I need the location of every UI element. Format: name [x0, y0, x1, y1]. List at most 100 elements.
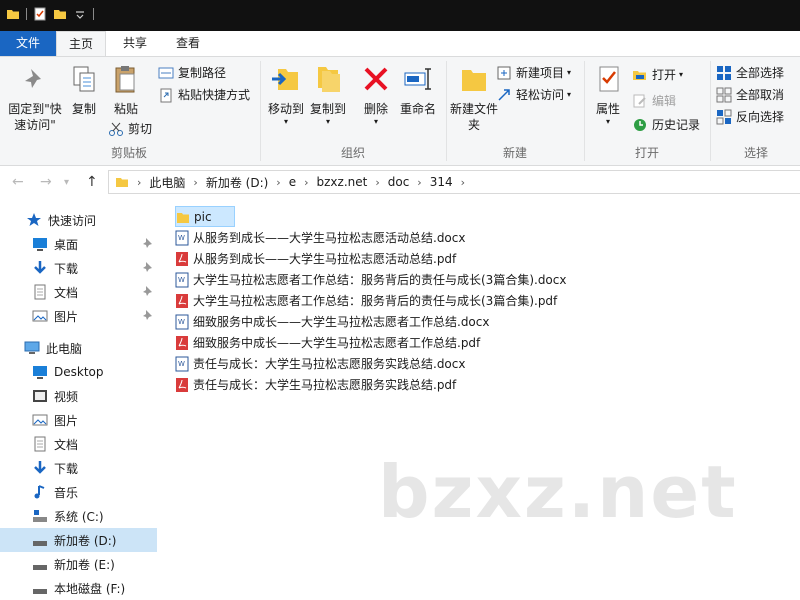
paste-shortcut-icon [160, 88, 172, 103]
up-arrow-icon[interactable]: ↑ [86, 174, 98, 190]
new-folder-label: 新建文件夹 [450, 102, 499, 132]
sidebar-item-label: 新加卷 (D:) [54, 533, 117, 548]
breadcrumb-item[interactable]: doc [388, 175, 410, 189]
recent-locations-chevron-icon[interactable]: ▾ [64, 177, 69, 188]
copy-path-button[interactable]: 复制路径 [158, 63, 226, 83]
copy-button[interactable]: 复制 [66, 63, 102, 117]
sidebar-item-this-pc[interactable]: 此电脑 [0, 336, 157, 360]
group-divider [584, 61, 585, 161]
word-document-icon: W [175, 356, 189, 371]
pin-quick-access-button[interactable]: 固定到"快速访问" [4, 63, 66, 133]
copy-path-icon [158, 67, 174, 79]
breadcrumb-item[interactable]: 314 [430, 175, 453, 189]
list-item[interactable]: 大学生马拉松志愿者工作总结：服务背后的责任与成长(3篇合集).pdf [175, 290, 557, 311]
paste-shortcut-button[interactable]: 粘贴快捷方式 [158, 85, 250, 105]
sidebar-item-desktop-pc[interactable]: Desktop [0, 360, 157, 384]
invert-selection-button[interactable]: 反向选择 [716, 107, 784, 127]
rename-button[interactable]: 重命名 [396, 63, 440, 117]
list-item[interactable]: 从服务到成长——大学生马拉松志愿活动总结.pdf [175, 248, 456, 269]
svg-text:W: W [178, 276, 185, 284]
cut-button[interactable]: 剪切 [108, 119, 152, 139]
new-folder-icon[interactable] [53, 7, 67, 21]
sidebar-item-downloads-pc[interactable]: 下载 [0, 456, 157, 480]
document-icon [34, 284, 46, 300]
pin-icon[interactable] [141, 309, 153, 321]
pin-icon[interactable] [141, 237, 153, 249]
address-bar[interactable]: › 此电脑 › 新加卷 (D:) › e › bzxz.net › doc › … [108, 170, 800, 194]
chevron-right-icon[interactable]: › [276, 176, 280, 189]
tab-share[interactable]: 共享 [110, 31, 160, 56]
sidebar-item-label: 文档 [54, 437, 79, 452]
group-divider [710, 61, 711, 161]
paste-button[interactable]: 粘贴 [106, 63, 146, 117]
delete-button[interactable]: 删除 ▾ [358, 63, 394, 127]
copy-path-label: 复制路径 [178, 66, 227, 80]
move-to-icon [272, 69, 298, 90]
rename-label: 重命名 [399, 102, 436, 116]
edit-button[interactable]: 编辑 [632, 91, 676, 111]
sidebar-item-drive-e[interactable]: 新加卷 (E:) [0, 552, 157, 576]
breadcrumb-item[interactable]: 此电脑 [149, 174, 185, 191]
chevron-right-icon[interactable]: › [137, 176, 141, 189]
chevron-right-icon[interactable]: › [375, 176, 379, 189]
easy-access-button[interactable]: 轻松访问 ▾ [496, 85, 571, 105]
pin-icon[interactable] [141, 261, 153, 273]
easy-access-label: 轻松访问 [516, 88, 565, 102]
sidebar-item-videos[interactable]: 视频 [0, 384, 157, 408]
forward-arrow-icon[interactable]: → [40, 174, 52, 190]
list-item[interactable]: W 大学生马拉松志愿者工作总结：服务背后的责任与成长(3篇合集).docx [175, 269, 566, 290]
pin-icon[interactable] [141, 285, 153, 297]
tab-home[interactable]: 主页 [56, 31, 106, 56]
svg-text:W: W [178, 360, 185, 368]
sidebar-item-documents-pc[interactable]: 文档 [0, 432, 157, 456]
sidebar-item-downloads[interactable]: 下载 [0, 256, 157, 280]
select-none-button[interactable]: 全部取消 [716, 85, 784, 105]
tab-view[interactable]: 查看 [162, 31, 214, 56]
chevron-right-icon[interactable]: › [193, 176, 197, 189]
chevron-down-icon: ▾ [679, 70, 684, 79]
paste-shortcut-label: 粘贴快捷方式 [178, 88, 251, 102]
chevron-right-icon[interactable]: › [304, 176, 308, 189]
back-arrow-icon[interactable]: ← [12, 174, 24, 190]
list-item[interactable]: 责任与成长：大学生马拉松志愿服务实践总结.pdf [175, 374, 456, 395]
chevron-right-icon[interactable]: › [417, 176, 421, 189]
list-item[interactable]: W 责任与成长：大学生马拉松志愿服务实践总结.docx [175, 353, 465, 374]
move-to-button[interactable]: 移动到 ▾ [266, 63, 306, 127]
customize-toolbar-icon[interactable] [73, 7, 87, 21]
sidebar-item-desktop[interactable]: 桌面 [0, 232, 157, 256]
music-note-icon [34, 485, 45, 499]
list-item[interactable]: W 细致服务中成长——大学生马拉松志愿者工作总结.docx [175, 311, 489, 332]
list-item[interactable]: W 从服务到成长——大学生马拉松志愿活动总结.docx [175, 227, 465, 248]
sidebar-item-drive-f[interactable]: 本地磁盘 (F:) [0, 576, 157, 600]
sidebar-item-music[interactable]: 音乐 [0, 480, 157, 504]
list-item[interactable]: pic [175, 206, 235, 227]
open-button[interactable]: 打开 ▾ [632, 65, 683, 85]
select-all-button[interactable]: 全部选择 [716, 63, 784, 83]
delete-label: 删除 [363, 102, 388, 116]
list-item[interactable]: 细致服务中成长——大学生马拉松志愿者工作总结.pdf [175, 332, 480, 353]
chevron-down-icon: ▾ [283, 117, 288, 126]
breadcrumb-item[interactable]: bzxz.net [317, 175, 368, 189]
sidebar-item-pictures[interactable]: 图片 [0, 304, 157, 328]
sidebar-item-documents[interactable]: 文档 [0, 280, 157, 304]
sidebar-item-label: 音乐 [54, 485, 79, 500]
open-icon [633, 71, 646, 80]
properties-button[interactable]: 属性 ▾ [590, 63, 626, 127]
open-label: 打开 [652, 68, 677, 82]
breadcrumb-item[interactable]: 新加卷 (D:) [206, 174, 268, 191]
history-button[interactable]: 历史记录 [632, 115, 700, 135]
properties-check-icon[interactable] [33, 7, 47, 21]
chevron-right-icon[interactable]: › [461, 176, 465, 189]
copy-to-button[interactable]: 复制到 ▾ [308, 63, 348, 127]
history-icon [634, 119, 646, 131]
file-name: 大学生马拉松志愿者工作总结：服务背后的责任与成长(3篇合集).docx [193, 273, 567, 287]
sidebar-item-label: 图片 [54, 309, 79, 324]
tab-file[interactable]: 文件 [0, 31, 56, 56]
sidebar-item-drive-d[interactable]: 新加卷 (D:) [0, 528, 157, 552]
breadcrumb-item[interactable]: e [289, 175, 296, 189]
new-item-button[interactable]: 新建项目 ▾ [496, 63, 571, 83]
sidebar-item-quick-access[interactable]: 快速访问 [0, 208, 157, 232]
sidebar-item-drive-c[interactable]: 系统 (C:) [0, 504, 157, 528]
sidebar-item-pictures-pc[interactable]: 图片 [0, 408, 157, 432]
new-folder-button[interactable]: 新建文件夹 [450, 63, 498, 133]
